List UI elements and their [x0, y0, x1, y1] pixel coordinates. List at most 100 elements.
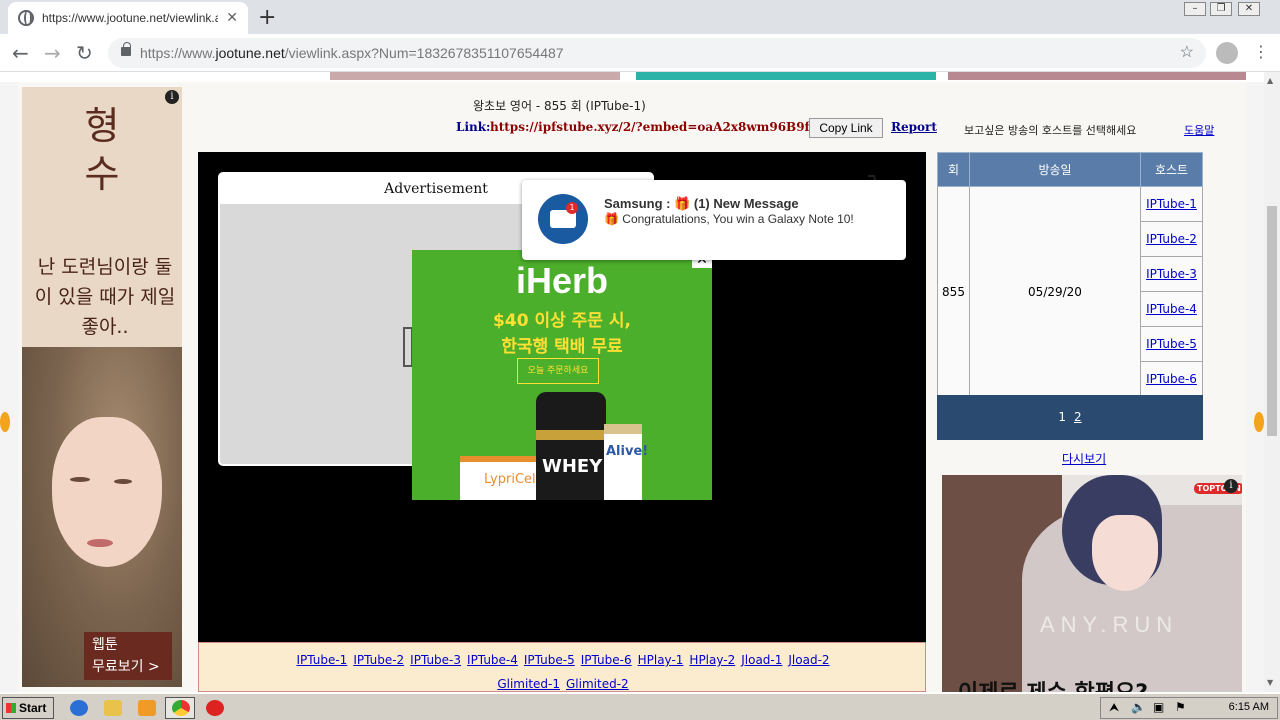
- product-label: LypriCel: [484, 472, 536, 487]
- new-tab-button[interactable]: +: [258, 5, 276, 30]
- host-link-iptube-1[interactable]: IPTube-1: [1146, 197, 1197, 211]
- tray-arrow-icon[interactable]: ⮝: [1109, 700, 1119, 715]
- table-header-row: 회 방송일 호스트: [937, 152, 1203, 187]
- browser-toolbar: ← → ↻ https://www.jootune.net/viewlink.a…: [0, 34, 1280, 72]
- ad-illustration-face: [1092, 515, 1158, 591]
- vertical-scrollbar[interactable]: ▲ ▼: [1264, 72, 1280, 692]
- copy-link-button[interactable]: Copy Link: [809, 118, 883, 138]
- bottom-link-hplay-2[interactable]: HPlay-2: [689, 653, 735, 667]
- rewatch-link[interactable]: 다시보기: [1062, 450, 1106, 467]
- episode-number: 855: [937, 186, 970, 397]
- host-link-iptube-5[interactable]: IPTube-5: [1146, 337, 1197, 351]
- iherb-order-button[interactable]: 오늘 주문하세요: [517, 358, 599, 384]
- ad-cta-button[interactable]: 웹툰 무료보기 >: [84, 632, 172, 680]
- close-tab-icon[interactable]: ✕: [226, 10, 238, 26]
- ad-info-icon[interactable]: i: [1224, 479, 1238, 493]
- minimize-button[interactable]: –: [1184, 2, 1206, 16]
- network-icon[interactable]: ▣: [1153, 700, 1164, 714]
- scroll-up-icon[interactable]: ▲: [1267, 76, 1273, 85]
- decor-dot: [1254, 412, 1264, 432]
- bottom-link-iptube-5[interactable]: IPTube-5: [524, 653, 575, 667]
- right-webtoon-ad[interactable]: TOPTOON i 이제로 제수 학평요?: [942, 475, 1242, 692]
- bottom-link-jload-1[interactable]: Jload-1: [741, 653, 782, 667]
- bottom-link-glimited-1[interactable]: Glimited-1: [497, 677, 560, 691]
- iherb-headline-1: $40 이상 주문 시,: [493, 311, 631, 331]
- spam-notification[interactable]: 1 Samsung : 🎁 (1) New Message 🎁 Congratu…: [522, 180, 906, 260]
- chrome-icon: [172, 700, 190, 716]
- ad-cta-line1: 웹툰: [92, 637, 118, 653]
- link-label: Link:: [456, 120, 491, 134]
- profile-avatar-icon[interactable]: [1216, 42, 1238, 64]
- restore-button[interactable]: ❐: [1210, 2, 1232, 16]
- header-date: 방송일: [969, 152, 1141, 187]
- ie-icon[interactable]: [70, 700, 88, 716]
- help-link[interactable]: 도움말: [1184, 122, 1214, 138]
- host-cell: IPTube-4: [1140, 291, 1203, 327]
- tab-strip: https://www.jootune.net/viewlink.a ✕ + –…: [0, 0, 1280, 34]
- host-link-iptube-4[interactable]: IPTube-4: [1146, 302, 1197, 316]
- product-lypricel: LypriCel: [460, 456, 536, 500]
- browser-tab[interactable]: https://www.jootune.net/viewlink.a ✕: [8, 2, 248, 34]
- bottom-link-glimited-2[interactable]: Glimited-2: [566, 677, 629, 691]
- bottom-link-iptube-4[interactable]: IPTube-4: [467, 653, 518, 667]
- lock-icon: [121, 42, 131, 56]
- bottom-link-iptube-6[interactable]: IPTube-6: [581, 653, 632, 667]
- left-webtoon-ad[interactable]: 형수 난 도련님이랑 둘이 있을 때가 제일 좋아.. 웹툰 무료보기 > i: [22, 87, 182, 687]
- host-link-iptube-3[interactable]: IPTube-3: [1146, 267, 1197, 281]
- episode-date: 05/29/20: [969, 186, 1141, 397]
- host-cell: IPTube-3: [1140, 256, 1203, 292]
- product-alive: Alive!: [604, 424, 648, 500]
- host-prompt: 보고싶은 방송의 호스트를 선택해세요: [964, 124, 1137, 137]
- bottom-link-iptube-3[interactable]: IPTube-3: [410, 653, 461, 667]
- bookmark-star-icon[interactable]: ☆: [1180, 38, 1194, 68]
- scrollbar-thumb[interactable]: [1267, 206, 1277, 436]
- host-link-iptube-6[interactable]: IPTube-6: [1146, 372, 1197, 386]
- address-bar[interactable]: https://www.jootune.net/viewlink.aspx?Nu…: [108, 38, 1206, 68]
- windows-taskbar: Start ⮝ 🔈 ▣ ⚑ 6:15 AM: [0, 692, 1280, 720]
- decor-dot: [0, 412, 10, 432]
- link-url[interactable]: https://ipfstube.xyz/2/?embed=oaA2x8wm96…: [490, 120, 844, 134]
- back-icon[interactable]: ←: [12, 41, 29, 65]
- media-player-icon[interactable]: [138, 700, 156, 716]
- header-episode: 회: [937, 152, 970, 187]
- ad-info-icon[interactable]: i: [165, 90, 179, 104]
- chrome-taskbar-button[interactable]: [165, 697, 195, 719]
- folder-icon[interactable]: [104, 700, 122, 716]
- host-cell: IPTube-1: [1140, 186, 1203, 222]
- url-host: jootune.net: [215, 45, 285, 61]
- ad-illustration-eye: [70, 477, 90, 482]
- header-host: 호스트: [1140, 152, 1203, 187]
- start-button[interactable]: Start: [2, 697, 54, 719]
- reload-icon[interactable]: ↻: [76, 41, 93, 65]
- page-1[interactable]: 1: [1058, 410, 1066, 424]
- ad-cta-line2: 무료보기 >: [92, 659, 160, 675]
- message-icon: 1: [538, 194, 588, 244]
- bottom-link-jload-2[interactable]: Jload-2: [788, 653, 829, 667]
- host-links-row-1: IPTube-1 IPTube-2 IPTube-3 IPTube-4 IPTube-5…: [199, 653, 927, 667]
- episode-table: 회 방송일 호스트 855 05/29/20 IPTube-1 IPTube-2…: [937, 152, 1203, 397]
- episode-title: 왕초보 영어 - 855 회 (IPTube-1): [473, 99, 646, 113]
- product-band: [536, 430, 606, 440]
- page-2[interactable]: 2: [1074, 410, 1082, 424]
- bottom-link-iptube-1[interactable]: IPTube-1: [296, 653, 347, 667]
- iherb-headline-2: 한국행 택배 무료: [501, 337, 623, 357]
- scroll-down-icon[interactable]: ▼: [1267, 678, 1273, 687]
- host-cell: IPTube-2: [1140, 221, 1203, 257]
- host-links-row-2: Glimited-1 Glimited-2: [199, 677, 927, 691]
- ad-caption: 이제로 제수 학평요?: [958, 675, 1148, 692]
- host-cell: IPTube-5: [1140, 326, 1203, 362]
- forward-icon[interactable]: →: [44, 41, 61, 65]
- warning-icon[interactable]: [206, 700, 224, 716]
- banner-image: [636, 72, 936, 80]
- bottom-link-iptube-2[interactable]: IPTube-2: [353, 653, 404, 667]
- report-link[interactable]: Report: [891, 120, 937, 134]
- table-row: 855 05/29/20 IPTube-1: [937, 186, 1203, 397]
- window-close-button[interactable]: ✕: [1238, 2, 1260, 16]
- iherb-ad[interactable]: iHerb $40 이상 주문 시, 한국행 택배 무료 오늘 주문하세요 Ly…: [412, 250, 712, 500]
- menu-kebab-icon[interactable]: ⋮: [1253, 42, 1269, 61]
- host-link-iptube-2[interactable]: IPTube-2: [1146, 232, 1197, 246]
- volume-icon[interactable]: 🔈: [1131, 700, 1146, 714]
- flag-icon[interactable]: ⚑: [1175, 700, 1186, 714]
- banner-image: [948, 72, 1246, 80]
- bottom-link-hplay-1[interactable]: HPlay-1: [638, 653, 684, 667]
